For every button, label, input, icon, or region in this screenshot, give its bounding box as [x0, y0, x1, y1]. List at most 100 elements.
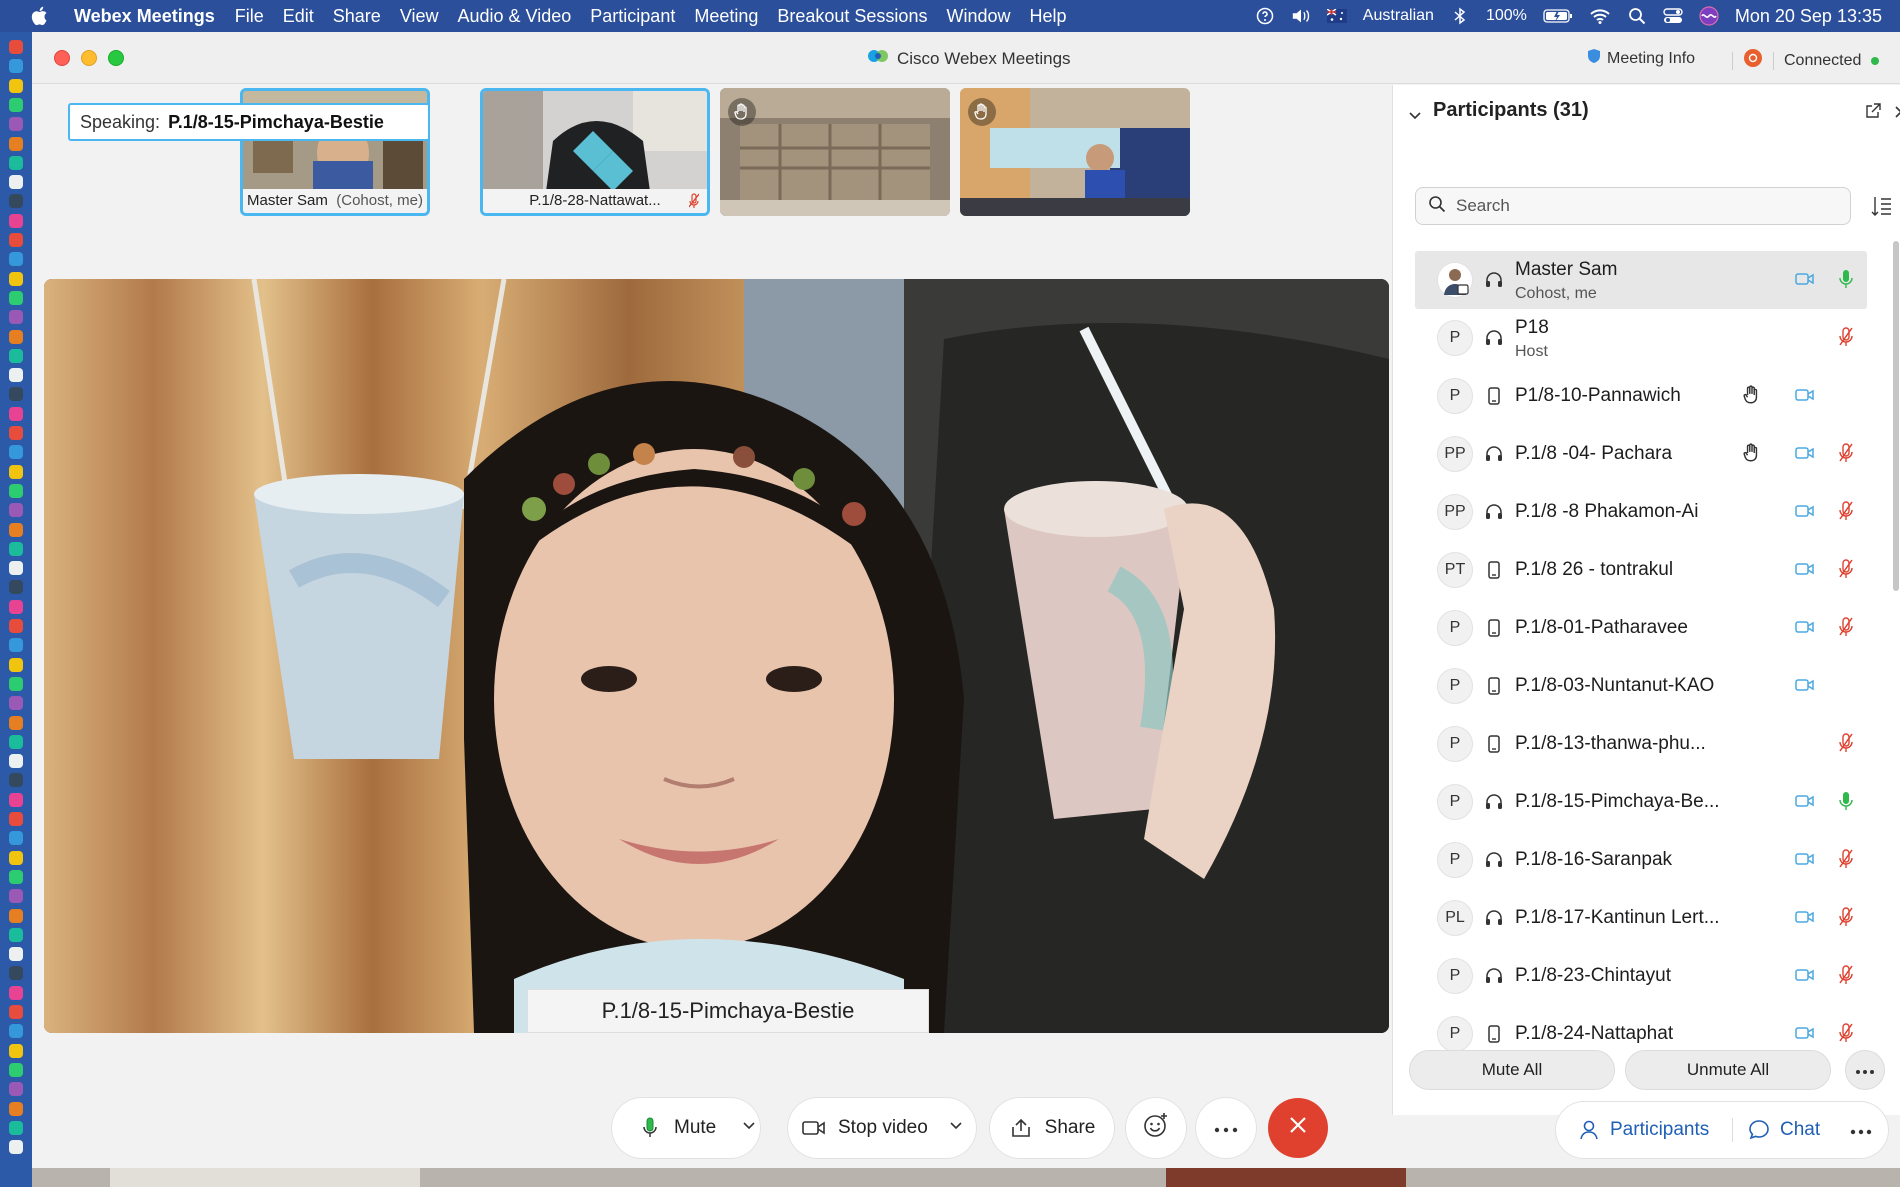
- dock-app-icon[interactable]: [9, 40, 23, 54]
- dock-app-icon[interactable]: [9, 947, 23, 962]
- dock-app-icon[interactable]: [9, 657, 23, 672]
- video-on-icon[interactable]: [1795, 1025, 1815, 1043]
- video-on-icon[interactable]: [1795, 909, 1815, 927]
- dock-app-icon[interactable]: [9, 676, 23, 691]
- video-on-icon[interactable]: [1795, 271, 1815, 289]
- video-on-icon[interactable]: [1795, 851, 1815, 869]
- dock-app-icon[interactable]: [9, 966, 23, 981]
- menu-edit[interactable]: Edit: [283, 6, 314, 27]
- mic-muted-icon[interactable]: [1839, 326, 1855, 348]
- dock-app-icon[interactable]: [9, 619, 23, 633]
- mute-button[interactable]: Mute: [612, 1098, 760, 1158]
- menu-file[interactable]: File: [235, 6, 264, 27]
- dock-app-icon[interactable]: [9, 561, 23, 576]
- dock-app-icon[interactable]: [9, 792, 23, 807]
- dock-app-icon[interactable]: [9, 889, 23, 904]
- end-meeting-button[interactable]: [1268, 1098, 1328, 1158]
- video-on-icon[interactable]: [1795, 561, 1815, 579]
- dock-app-icon[interactable]: [9, 985, 23, 1000]
- participant-row[interactable]: PP P.1/8 -8 Phakamon-Ai: [1415, 483, 1867, 541]
- dock-app-icon[interactable]: [9, 1101, 23, 1116]
- zoom-window-button[interactable]: [108, 50, 124, 66]
- dock-app-icon[interactable]: [9, 1005, 23, 1019]
- dock-app-icon[interactable]: [9, 580, 23, 595]
- minimize-window-button[interactable]: [81, 50, 97, 66]
- video-on-icon[interactable]: [1795, 677, 1815, 695]
- video-on-icon[interactable]: [1795, 967, 1815, 985]
- menu-meeting[interactable]: Meeting: [694, 6, 758, 27]
- bluetooth-icon[interactable]: [1450, 7, 1470, 25]
- dock-app-icon[interactable]: [9, 368, 23, 383]
- video-on-icon[interactable]: [1795, 445, 1815, 463]
- dock-app-icon[interactable]: [9, 638, 23, 653]
- menu-audio-video[interactable]: Audio & Video: [458, 6, 572, 27]
- dock-app-icon[interactable]: [9, 213, 23, 228]
- participant-row[interactable]: P P18 Host: [1415, 309, 1867, 367]
- dock-app-icon[interactable]: [9, 117, 23, 132]
- menu-view[interactable]: View: [400, 6, 439, 27]
- mic-muted-icon[interactable]: [1839, 442, 1855, 464]
- menu-app-name[interactable]: Webex Meetings: [74, 6, 215, 27]
- menu-help[interactable]: Help: [1030, 6, 1067, 27]
- mic-muted-icon[interactable]: [1839, 1022, 1855, 1044]
- dock-app-icon[interactable]: [9, 194, 23, 209]
- dock-app-icon[interactable]: [9, 927, 23, 942]
- dock-app-icon[interactable]: [9, 754, 23, 769]
- dock-app-icon[interactable]: [9, 1120, 23, 1135]
- participant-row[interactable]: Master Sam Cohost, me: [1415, 251, 1867, 309]
- dock-app-icon[interactable]: [9, 599, 23, 614]
- dock-app-icon[interactable]: [9, 175, 23, 190]
- australia-flag-icon[interactable]: [1326, 7, 1347, 25]
- participant-list-scrollbar[interactable]: [1893, 241, 1899, 591]
- participant-search-box[interactable]: [1415, 187, 1851, 225]
- video-thumbnail-4[interactable]: [960, 88, 1190, 216]
- search-input[interactable]: [1456, 196, 1836, 216]
- dock-app-icon[interactable]: [9, 850, 23, 865]
- dock-app-icon[interactable]: [9, 1024, 23, 1039]
- close-panel-icon[interactable]: [1895, 105, 1900, 123]
- dock-app-icon[interactable]: [9, 1082, 23, 1097]
- dock-app-icon[interactable]: [9, 78, 23, 93]
- mic-muted-icon[interactable]: [1839, 964, 1855, 986]
- meeting-info-button[interactable]: Meeting Info: [1587, 48, 1695, 69]
- dock-app-icon[interactable]: [9, 1062, 23, 1077]
- dock-app-icon[interactable]: [9, 406, 23, 421]
- control-center-icon[interactable]: [1663, 7, 1683, 25]
- participant-row[interactable]: P P.1/8-01-Patharavee: [1415, 599, 1867, 657]
- raised-hand-icon[interactable]: [1743, 385, 1763, 405]
- mic-muted-icon[interactable]: [1839, 732, 1855, 754]
- menu-participant[interactable]: Participant: [590, 6, 675, 27]
- menubar-clock[interactable]: Mon 20 Sep 13:35: [1735, 6, 1882, 27]
- mic-muted-icon[interactable]: [1839, 848, 1855, 870]
- menu-window[interactable]: Window: [946, 6, 1010, 27]
- mic-muted-icon[interactable]: [1839, 906, 1855, 928]
- volume-icon[interactable]: [1291, 7, 1311, 25]
- video-on-icon[interactable]: [1795, 503, 1815, 521]
- dock-app-icon[interactable]: [9, 426, 23, 440]
- dock-app-icon[interactable]: [9, 812, 23, 826]
- recording-indicator-icon[interactable]: [1743, 48, 1763, 73]
- dock-app-icon[interactable]: [9, 329, 23, 344]
- participant-row[interactable]: PL P.1/8-17-Kantinun Lert...: [1415, 889, 1867, 947]
- menu-share[interactable]: Share: [333, 6, 381, 27]
- dock-app-icon[interactable]: [9, 97, 23, 112]
- dock-app-icon[interactable]: [9, 1140, 23, 1155]
- dock-app-icon[interactable]: [9, 310, 23, 325]
- participant-row[interactable]: P P.1/8-03-Nuntanut-KAO: [1415, 657, 1867, 715]
- close-window-button[interactable]: [54, 50, 70, 66]
- video-thumbnail-3[interactable]: [720, 88, 950, 216]
- dock-app-icon[interactable]: [9, 773, 23, 788]
- dock-app-icon[interactable]: [9, 387, 23, 402]
- mic-muted-icon[interactable]: [1839, 500, 1855, 522]
- reactions-button[interactable]: [1126, 1098, 1186, 1158]
- dock-app-icon[interactable]: [9, 831, 23, 846]
- more-options-button[interactable]: [1196, 1098, 1256, 1158]
- collapse-chevron-icon[interactable]: [1409, 107, 1421, 125]
- dock-app-icon[interactable]: [9, 503, 23, 518]
- dock-app-icon[interactable]: [9, 522, 23, 537]
- apple-icon[interactable]: [28, 5, 50, 27]
- video-options-chevron-icon[interactable]: [947, 1117, 965, 1135]
- share-button[interactable]: Share: [990, 1098, 1114, 1158]
- dock-app-icon[interactable]: [9, 464, 23, 479]
- dock-app-icon[interactable]: [9, 290, 23, 305]
